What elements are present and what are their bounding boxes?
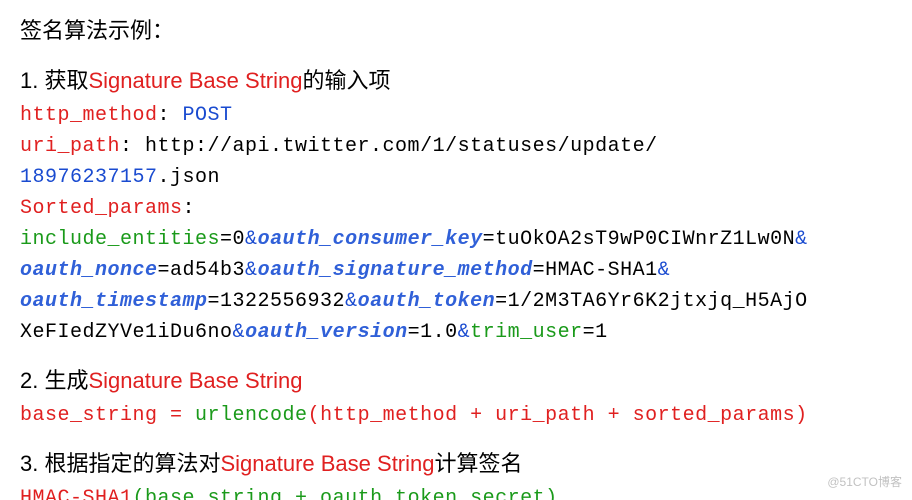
section2-heading: 2. 生成Signature Base String bbox=[20, 364, 892, 398]
params-line-3: oauth_timestamp=1322556932&oauth_token=1… bbox=[20, 286, 892, 317]
base-string-line: base_string = urlencode(http_method + ur… bbox=[20, 400, 892, 431]
amp6: & bbox=[233, 321, 246, 344]
hmac-args: (base string + oauth token secret) bbox=[133, 487, 558, 500]
watermark: @51CTO博客 bbox=[827, 473, 902, 492]
uri-path-label: uri_path bbox=[20, 135, 120, 158]
p-include-entities: include_entities bbox=[20, 228, 220, 251]
sorted-params-label: Sorted_params bbox=[20, 197, 183, 220]
section3-heading: 3. 根据指定的算法对Signature Base String计算签名 bbox=[20, 447, 892, 481]
amp4: & bbox=[658, 259, 671, 282]
s1-heading-red: Signature Base String bbox=[88, 68, 302, 93]
http-method-line: http_method: POST bbox=[20, 100, 892, 131]
v-nonce: =ad54b3 bbox=[158, 259, 246, 282]
amp1: & bbox=[245, 228, 258, 251]
urlencode-fn: urlencode bbox=[195, 404, 308, 427]
p-timestamp: oauth_timestamp bbox=[20, 290, 208, 313]
sorted-params-colon: : bbox=[183, 197, 196, 220]
base-string-args: (http_method + uri_path + sorted_params) bbox=[308, 404, 808, 427]
v-version: =1.0 bbox=[408, 321, 458, 344]
params-line-1: include_entities=0&oauth_consumer_key=tu… bbox=[20, 224, 892, 255]
p-version: oauth_version bbox=[245, 321, 408, 344]
s1-heading-suffix: 的输入项 bbox=[303, 68, 391, 93]
s1-heading-prefix: 1. 获取 bbox=[20, 68, 88, 93]
v-consumer-key: =tuOkOA2sT9wP0CIWnrZ1Lw0N bbox=[483, 228, 796, 251]
s2-heading-red: Signature Base String bbox=[88, 368, 302, 393]
s3-heading-suffix: 计算签名 bbox=[435, 451, 523, 476]
sorted-params-label-line: Sorted_params: bbox=[20, 193, 892, 224]
params-line-2: oauth_nonce=ad54b3&oauth_signature_metho… bbox=[20, 255, 892, 286]
document-root: 签名算法示例： 1. 获取Signature Base String的输入项 h… bbox=[0, 0, 912, 500]
uri-path-line2: 18976237157.json bbox=[20, 162, 892, 193]
uri-path-json: .json bbox=[158, 166, 221, 189]
uri-path-num: 18976237157 bbox=[20, 166, 158, 189]
uri-path-line1: uri_path: http://api.twitter.com/1/statu… bbox=[20, 131, 892, 162]
hmac-alg: HMAC-SHA1 bbox=[20, 487, 133, 500]
section1-heading: 1. 获取Signature Base String的输入项 bbox=[20, 64, 892, 98]
s2-heading-prefix: 2. 生成 bbox=[20, 368, 88, 393]
colon1: : bbox=[158, 104, 183, 127]
amp2: & bbox=[795, 228, 808, 251]
p-trim-user: trim_user bbox=[470, 321, 583, 344]
v-include-entities: =0 bbox=[220, 228, 245, 251]
http-method-value: POST bbox=[183, 104, 233, 127]
s3-heading-prefix: 3. 根据指定的算法对 bbox=[20, 451, 220, 476]
uri-path-val1: : http://api.twitter.com/1/statuses/upda… bbox=[120, 135, 658, 158]
p-sig-method: oauth_signature_method bbox=[258, 259, 533, 282]
s3-heading-red: Signature Base String bbox=[220, 451, 434, 476]
v-sig-method: =HMAC-SHA1 bbox=[533, 259, 658, 282]
amp7: & bbox=[458, 321, 471, 344]
doc-title: 签名算法示例： bbox=[20, 14, 892, 48]
v-token-a: =1/2M3TA6Yr6K2jtxjq_H5AjO bbox=[495, 290, 808, 313]
base-string-lhs: base_string = bbox=[20, 404, 195, 427]
http-method-label: http_method bbox=[20, 104, 158, 127]
p-nonce: oauth_nonce bbox=[20, 259, 158, 282]
amp3: & bbox=[245, 259, 258, 282]
v-trim-user: =1 bbox=[583, 321, 608, 344]
v-timestamp: =1322556932 bbox=[208, 290, 346, 313]
p-token: oauth_token bbox=[358, 290, 496, 313]
amp5: & bbox=[345, 290, 358, 313]
v-token-b: XeFIedZYVe1iDu6no bbox=[20, 321, 233, 344]
p-consumer-key: oauth_consumer_key bbox=[258, 228, 483, 251]
params-line-4: XeFIedZYVe1iDu6no&oauth_version=1.0&trim… bbox=[20, 317, 892, 348]
hmac-line: HMAC-SHA1(base string + oauth token secr… bbox=[20, 483, 892, 500]
